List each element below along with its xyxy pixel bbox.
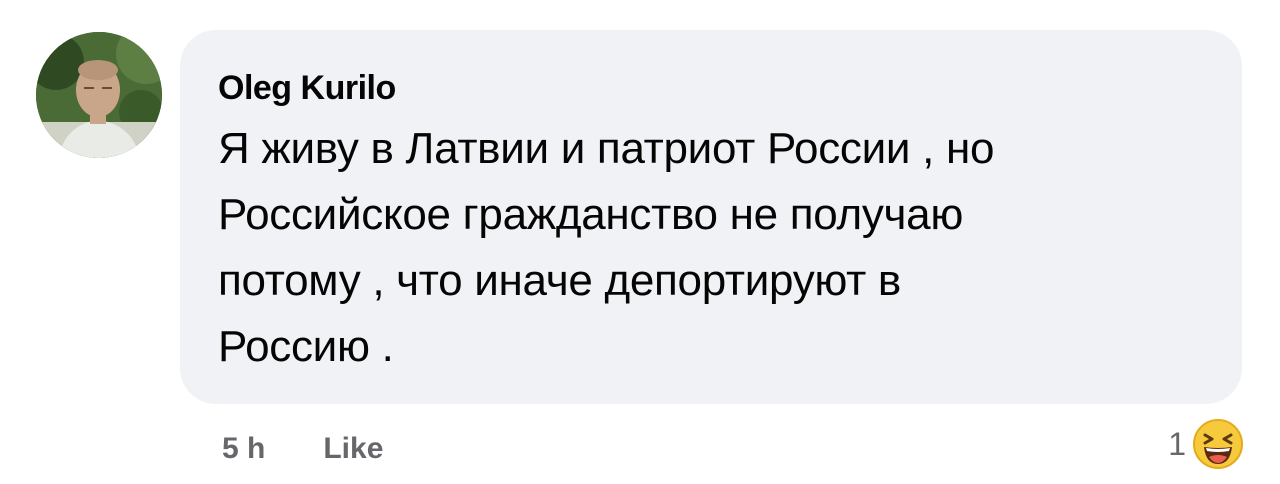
comment-meta: 5 h Like — [222, 432, 383, 466]
comment-bubble: Oleg Kurilo Я живу в Латвии и патриот Ро… — [180, 30, 1242, 404]
reaction-summary[interactable]: 1 — [1168, 418, 1244, 470]
comment-author[interactable]: Oleg Kurilo — [218, 64, 1204, 112]
avatar-photo — [36, 32, 162, 158]
comment-timestamp[interactable]: 5 h — [222, 432, 265, 466]
avatar[interactable] — [36, 32, 162, 158]
like-button[interactable]: Like — [323, 432, 383, 466]
laughing-emoji-icon — [1193, 419, 1243, 469]
reaction-count: 1 — [1168, 425, 1186, 462]
comment-screenshot: Oleg Kurilo Я живу в Латвии и патриот Ро… — [0, 0, 1280, 484]
comment-text: Я живу в Латвии и патриот России , но Ро… — [218, 124, 995, 371]
